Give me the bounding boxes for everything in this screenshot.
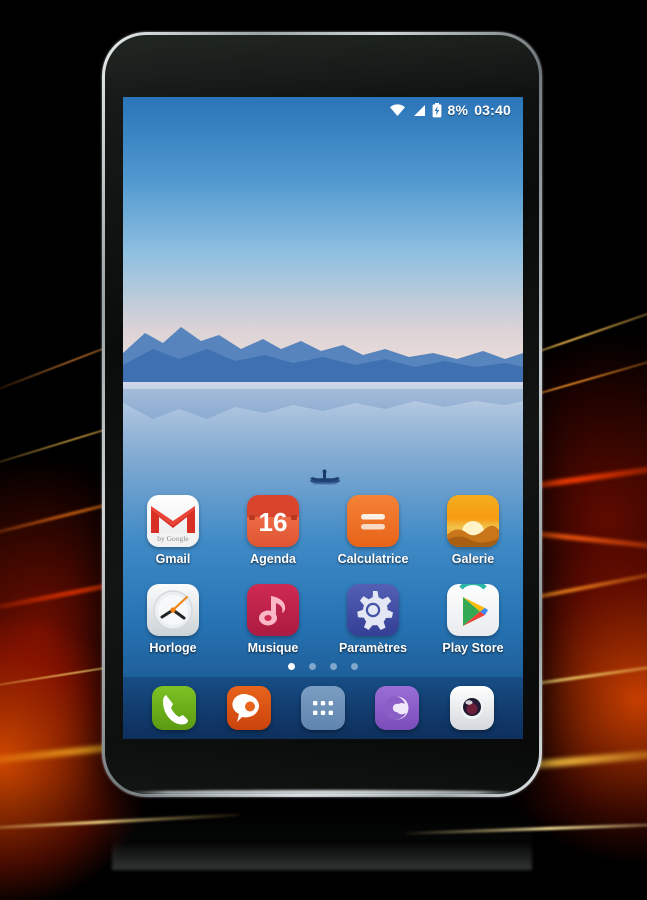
app-grid-icon[interactable] (300, 686, 345, 730)
app-label: Play Store (442, 641, 504, 655)
music-note-icon (247, 584, 299, 636)
app-label: Horloge (149, 641, 197, 655)
app-galerie[interactable]: Galerie (423, 495, 523, 566)
app-parametres[interactable]: Paramètres (323, 584, 423, 655)
app-label: Paramètres (338, 641, 408, 655)
app-label: Gmail (155, 552, 191, 566)
gallery-icon (447, 495, 499, 547)
dock (123, 677, 523, 739)
camera-lens-icon[interactable] (449, 686, 494, 730)
clock-label: 03:40 (474, 102, 511, 118)
status-bar: 8% 03:40 (123, 97, 523, 123)
app-row-2: Horloge Musique Paramètres Play Store (123, 584, 523, 655)
wifi-icon (389, 104, 405, 116)
phone-mockup: 8% 03:40 by Google Gmail 16 Agenda Calcu… (102, 32, 542, 797)
calculator-icon (347, 495, 399, 547)
app-play-store[interactable]: Play Store (423, 584, 523, 655)
app-agenda[interactable]: 16 Agenda (223, 495, 323, 566)
app-gmail[interactable]: by Google Gmail (123, 495, 223, 566)
battery-percent-label: 8% (447, 102, 469, 118)
app-grid: by Google Gmail 16 Agenda Calculatrice G… (123, 495, 523, 655)
phone-reflection (112, 792, 532, 870)
phone-body: 8% 03:40 by Google Gmail 16 Agenda Calcu… (105, 35, 539, 794)
app-label: Calculatrice (337, 552, 409, 566)
app-label: Galerie (451, 552, 495, 566)
battery-charging-icon (432, 102, 441, 117)
app-label: Agenda (250, 552, 296, 566)
page-dot[interactable] (309, 663, 316, 670)
app-label: Musique (247, 641, 299, 655)
page-dot[interactable] (351, 663, 358, 670)
play-store-icon (447, 584, 499, 636)
phone-handset-icon[interactable] (152, 686, 197, 730)
app-musique[interactable]: Musique (223, 584, 323, 655)
gmail-icon: by Google (147, 495, 199, 547)
gmail-subtitle: by Google (157, 534, 189, 543)
browser-swirl-icon[interactable] (375, 686, 420, 730)
cellular-signal-icon (413, 104, 425, 116)
phone-screen: 8% 03:40 by Google Gmail 16 Agenda Calcu… (123, 97, 523, 739)
app-horloge[interactable]: Horloge (123, 584, 223, 655)
speech-bubble-icon[interactable] (226, 686, 271, 730)
app-row-1: by Google Gmail 16 Agenda Calculatrice G… (123, 495, 523, 566)
clock-icon (147, 584, 199, 636)
calendar-day: 16 (259, 507, 288, 537)
page-dot[interactable] (330, 663, 337, 670)
app-calculatrice[interactable]: Calculatrice (323, 495, 423, 566)
page-dot[interactable] (288, 663, 295, 670)
page-indicator (123, 663, 523, 670)
calendar-icon: 16 (247, 495, 299, 547)
gear-icon (347, 584, 399, 636)
